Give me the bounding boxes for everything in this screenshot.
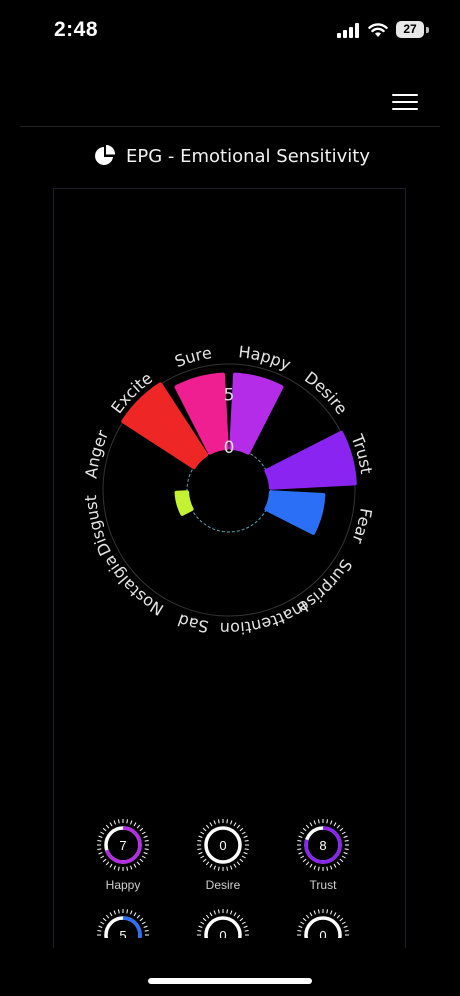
gauge-dial-icon: 8 — [297, 819, 349, 871]
category-label-nostalgia: Nostalgia — [100, 552, 167, 619]
gauge-label: Trust — [309, 878, 337, 892]
axis-tick-label: 5 — [224, 386, 235, 406]
header-divider — [20, 126, 440, 127]
page-title: EPG - Emotional Sensitivity — [94, 143, 370, 169]
gauge-dial-icon: 0 — [197, 909, 249, 938]
gauge-value: 0 — [219, 928, 226, 938]
home-indicator — [148, 978, 312, 984]
category-label-inattention: Inattention — [219, 597, 311, 638]
gauge-value: 5 — [119, 928, 126, 938]
pie-chart-icon — [95, 145, 116, 165]
axis-tick-label: 0 — [224, 438, 235, 458]
gauge-fear[interactable]: 5Fear — [83, 908, 163, 938]
gauge-label: Happy — [105, 878, 141, 892]
battery-level: 27 — [396, 21, 424, 38]
status-time: 2:48 — [54, 18, 99, 41]
gauge-dial-icon: 0 — [297, 909, 349, 938]
menu-button[interactable] — [392, 92, 420, 112]
category-label-fear: Fear — [348, 507, 376, 547]
gauge-value: 7 — [119, 838, 126, 853]
gauge-dial-icon: 0 — [197, 819, 249, 871]
category-label-disgust: Disgust — [81, 495, 115, 559]
status-bar: 2:48 27 — [0, 0, 460, 60]
cellular-signal-icon — [337, 23, 359, 38]
gauge-grid: 7 Happy 0 Desire 8 Trust 5Fear 0Surprise 0Inatte… — [53, 818, 406, 938]
bar-fear[interactable] — [264, 490, 326, 535]
page-title-text: EPG - Emotional Sensitivity — [126, 145, 370, 167]
category-label-anger: Anger — [81, 427, 112, 480]
gauge-desire[interactable]: 0 Desire — [183, 818, 263, 892]
gauge-inattention[interactable]: 0Inattention — [283, 908, 363, 938]
category-label-sure: Sure — [172, 343, 213, 371]
bar-disgust[interactable] — [174, 490, 194, 516]
gauge-label: Desire — [205, 878, 241, 892]
emotion-polar-chart: 05HappyDesireTrustFearSurpriseInattentio… — [81, 342, 376, 638]
gauge-value: 0 — [219, 838, 226, 853]
battery-icon: 27 — [396, 21, 430, 40]
gauge-dial-icon: 5 — [97, 909, 149, 938]
gauge-value: 0 — [319, 928, 326, 938]
gauge-trust[interactable]: 8 Trust — [283, 818, 363, 892]
bar-happy[interactable] — [229, 372, 284, 455]
bar-trust[interactable] — [264, 430, 357, 490]
gauge-value: 8 — [319, 838, 326, 853]
gauge-happy[interactable]: 7 Happy — [83, 818, 163, 892]
gauge-surprise[interactable]: 0Surprise — [183, 908, 263, 938]
gauge-dial-icon: 7 — [97, 819, 149, 871]
wifi-icon — [368, 23, 388, 37]
